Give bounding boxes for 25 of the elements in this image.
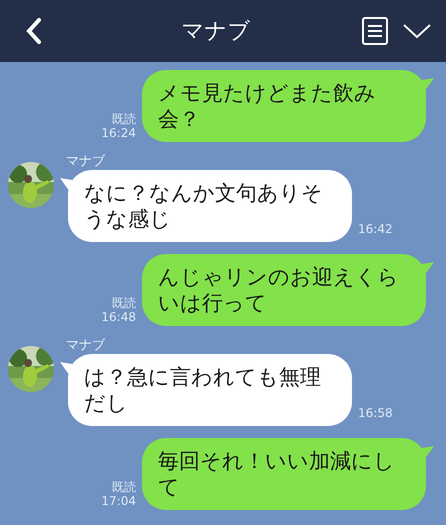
message-time: 16:24	[101, 126, 136, 140]
bubble-tail-icon	[422, 262, 434, 276]
sender-name: マナブ	[66, 338, 106, 354]
message-bubble: は？急に言われても無理だし	[68, 354, 352, 426]
notes-icon	[362, 17, 388, 45]
read-receipt: 既読	[112, 480, 136, 494]
sender-name: マナブ	[66, 154, 106, 170]
message-time: 16:58	[358, 406, 393, 420]
chevron-down-icon	[402, 22, 432, 40]
message-bubble: んじゃリンのお迎えくらいは行って	[142, 254, 426, 326]
notes-button[interactable]	[362, 17, 388, 45]
dropdown-button[interactable]	[402, 22, 432, 40]
bubble-tail-icon	[422, 446, 434, 460]
message-bubble: 毎回それ！いい加減にして	[142, 438, 426, 510]
message-time: 16:42	[358, 222, 393, 236]
back-button[interactable]	[24, 17, 44, 45]
read-receipt: 既読	[112, 112, 136, 126]
message-time: 17:04	[101, 494, 136, 508]
bubble-tail-icon	[422, 78, 434, 92]
chat-title: マナブ	[180, 18, 252, 46]
message-time: 16:48	[101, 310, 136, 324]
message-bubble: メモ見たけどまた飲み会？	[142, 70, 426, 142]
read-receipt: 既読	[112, 296, 136, 310]
message-bubble: なに？なんか文句ありそうな感じ	[68, 170, 352, 242]
back-icon	[24, 17, 44, 45]
